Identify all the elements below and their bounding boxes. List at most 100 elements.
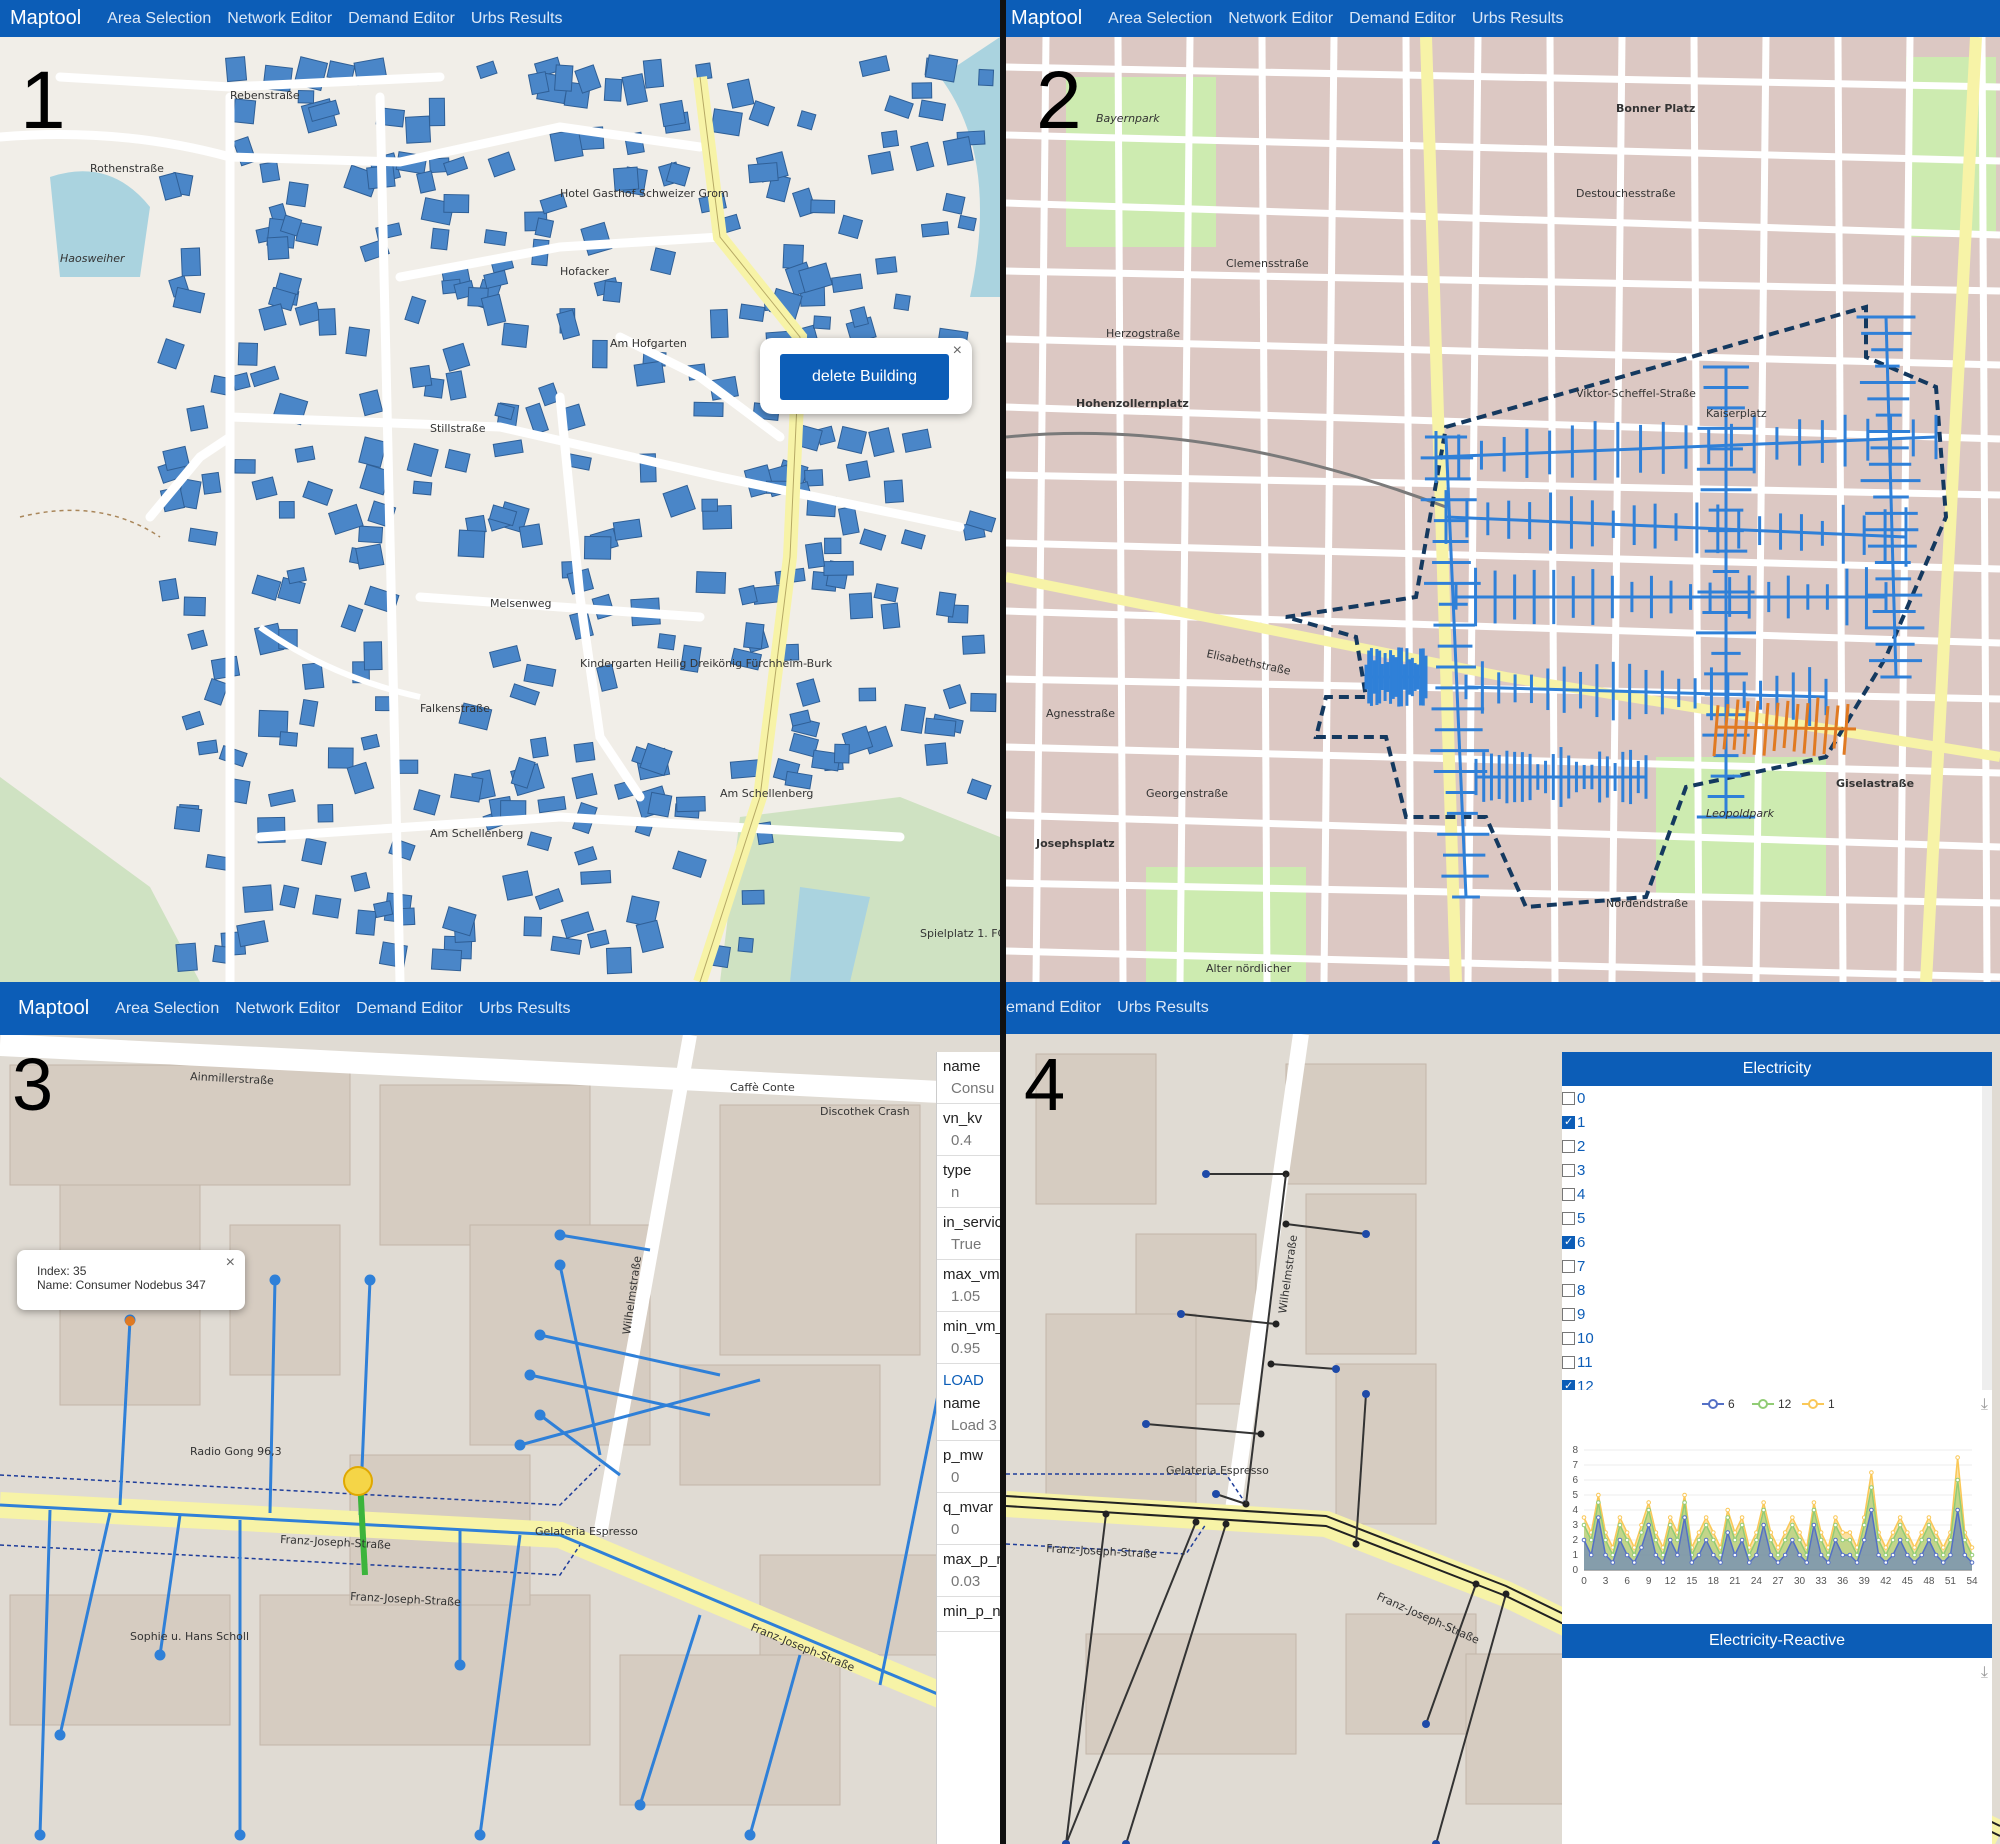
data-point[interactable] [1847,1552,1853,1558]
building[interactable] [880,130,900,149]
network-node[interactable] [524,1369,536,1381]
data-point[interactable] [1905,1552,1910,1558]
building[interactable] [259,161,281,184]
data-point[interactable] [1581,1537,1587,1543]
nav-network-editor[interactable]: Network Editor [227,10,332,28]
data-point[interactable] [1912,1545,1917,1550]
series-checkbox-row[interactable]: 12 [1562,1374,1982,1390]
building[interactable] [883,479,905,504]
building[interactable] [350,871,371,892]
building[interactable] [327,747,354,769]
building[interactable] [428,97,446,127]
building[interactable] [312,894,342,919]
data-point[interactable] [1962,1537,1968,1543]
data-point[interactable] [1840,1552,1845,1558]
data-point[interactable] [1596,1500,1601,1505]
building[interactable] [833,743,850,764]
checkbox[interactable] [1562,1211,1575,1225]
nav-urbs-results[interactable]: Urbs Results [479,1000,571,1018]
data-point[interactable] [1969,1560,1975,1565]
nav-urbs-results[interactable]: Urbs Results [471,10,563,28]
download-icon[interactable]: ⤓ [1981,1396,1988,1414]
property-value-field[interactable]: 0.4 [937,1129,1000,1156]
building[interactable] [409,364,433,389]
building[interactable] [804,542,826,569]
network-node[interactable] [554,1229,566,1241]
network-node[interactable] [1422,1720,1430,1728]
data-point[interactable] [1761,1507,1766,1513]
building[interactable] [278,501,295,519]
building[interactable] [187,629,208,651]
network-node[interactable] [154,1649,166,1661]
property-value-field[interactable]: 1.05 [937,1285,1000,1312]
data-point[interactable] [1948,1537,1953,1543]
network-node[interactable] [534,1329,546,1341]
building[interactable] [430,948,463,972]
building[interactable] [642,58,665,89]
series-checkbox-row[interactable]: 10 [1562,1326,1982,1350]
building[interactable] [845,460,871,482]
data-point[interactable] [1675,1552,1680,1558]
building[interactable] [848,592,874,620]
checkbox[interactable] [1562,1307,1575,1321]
property-value-field[interactable]: Consu [937,1077,1000,1104]
data-point[interactable] [1596,1515,1601,1520]
building[interactable] [693,401,724,418]
map[interactable]: Hohenzollernplatz Elisabethstraße Clemen… [1006,37,2000,982]
building[interactable] [942,192,966,215]
data-point[interactable] [1811,1500,1817,1505]
building[interactable] [196,739,219,756]
series-checkbox-row[interactable]: 0 [1562,1086,1982,1110]
network-node[interactable] [534,1409,546,1421]
network-node[interactable] [234,1829,246,1841]
data-point[interactable] [1754,1552,1759,1558]
building[interactable] [737,936,754,953]
network-node[interactable] [474,1829,486,1841]
building[interactable] [726,78,755,109]
network-junction[interactable] [1267,1360,1275,1368]
data-point[interactable] [1883,1545,1889,1550]
building[interactable] [810,199,836,214]
data-point[interactable] [1811,1522,1817,1528]
building[interactable] [633,360,666,387]
building[interactable] [175,942,198,972]
load-property-value-field[interactable] [937,1622,1000,1632]
building[interactable] [158,578,180,602]
data-point[interactable] [1631,1552,1637,1558]
data-point[interactable] [1667,1515,1673,1520]
building[interactable] [812,315,832,330]
building[interactable] [210,655,241,680]
building[interactable] [201,471,222,495]
building[interactable] [603,78,623,102]
data-point[interactable] [1790,1515,1795,1520]
data-point[interactable] [1581,1522,1587,1528]
building[interactable] [675,795,706,813]
nav-network-editor[interactable]: Network Editor [1228,10,1333,28]
building[interactable] [183,596,206,617]
building[interactable] [237,342,259,366]
scrollbar-thumb[interactable] [1982,1086,1992,1126]
building[interactable] [375,696,392,712]
data-point[interactable] [1617,1515,1623,1520]
building[interactable] [573,741,596,763]
network-node[interactable] [1202,1170,1210,1178]
data-point[interactable] [1933,1552,1939,1558]
building[interactable] [701,498,719,512]
series-checkbox-row[interactable]: 7 [1562,1254,1982,1278]
data-point[interactable] [1624,1537,1630,1543]
building[interactable] [232,98,257,125]
data-point[interactable] [1818,1552,1824,1558]
checkbox[interactable] [1562,1115,1575,1129]
data-point[interactable] [1969,1545,1975,1550]
data-point[interactable] [1847,1537,1853,1543]
data-point[interactable] [1833,1515,1838,1520]
building[interactable] [920,221,950,238]
building[interactable] [180,247,202,277]
legend-marker[interactable] [1758,1399,1768,1409]
building[interactable] [173,806,203,833]
building[interactable] [285,181,309,208]
data-point[interactable] [1761,1522,1766,1528]
network-junction[interactable] [1272,1320,1280,1328]
close-icon[interactable]: × [226,1254,235,1272]
network-node[interactable] [1332,1365,1340,1373]
